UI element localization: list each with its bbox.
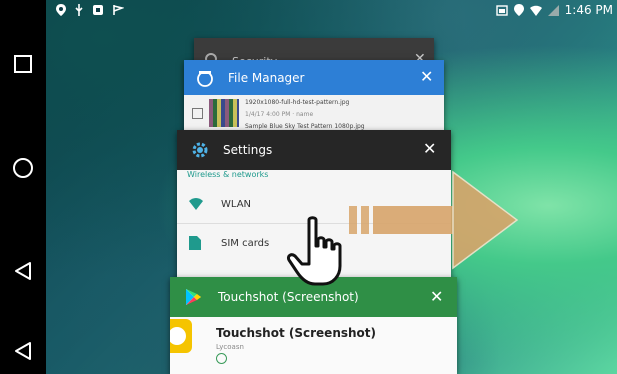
- home-button[interactable]: [8, 153, 38, 183]
- navigation-bar: [0, 0, 46, 374]
- file-list-item[interactable]: 1920x1080-full-hd-test-pattern.jpg 1/4/1…: [192, 99, 415, 130]
- card-title: File Manager: [228, 71, 305, 85]
- status-time: 1:46 PM: [564, 3, 613, 17]
- status-bar: 1:46 PM: [46, 0, 617, 22]
- recent-card-file-manager[interactable]: File Manager ✕ 1920x1080-full-hd-test-pa…: [184, 60, 444, 140]
- settings-item-label: WLAN: [221, 198, 252, 210]
- file-manager-icon: [197, 71, 213, 87]
- card-content: Touchshot (Screenshot) Lycoasn: [170, 317, 457, 374]
- app-name: Touchshot (Screenshot): [216, 326, 377, 340]
- section-header: Wireless & networks: [187, 170, 269, 179]
- notification-icon: [93, 5, 103, 15]
- file-thumbnail: [209, 99, 239, 127]
- close-icon[interactable]: ✕: [430, 289, 443, 305]
- card-header: File Manager ✕: [184, 60, 444, 95]
- wifi-icon: [189, 198, 203, 210]
- sim-card-icon: [189, 236, 201, 250]
- back-triangle-icon: [15, 342, 31, 360]
- file-name: 1920x1080-full-hd-test-pattern.jpg: [245, 99, 350, 106]
- signal-icon: [547, 4, 559, 16]
- recent-apps-button[interactable]: [8, 49, 38, 79]
- settings-gear-icon: [192, 142, 208, 158]
- card-title: Touchshot (Screenshot): [218, 290, 359, 304]
- close-icon[interactable]: ✕: [420, 69, 433, 85]
- hand-pointer-icon: [287, 216, 342, 286]
- card-title: Settings: [223, 143, 273, 157]
- card-header: Settings ✕: [177, 130, 451, 170]
- usb-icon: [75, 4, 83, 16]
- close-icon[interactable]: ✕: [423, 141, 436, 157]
- square-icon: [14, 55, 32, 73]
- app-developer: Lycoasn: [216, 343, 244, 351]
- flag-icon: [113, 5, 124, 15]
- file-meta: 1/4/17 4:00 PM · name: [245, 111, 314, 118]
- file-name: Sample Blue Sky Test Pattern 1080p.jpg: [245, 123, 365, 130]
- wifi-icon: [529, 5, 542, 16]
- location-icon: [56, 4, 66, 16]
- circle-icon: [13, 158, 33, 178]
- cast-icon: [495, 4, 508, 16]
- recent-card-touchshot[interactable]: Touchshot (Screenshot) ✕ Touchshot (Scre…: [170, 277, 457, 374]
- back-triangle-icon: [15, 262, 31, 280]
- app-logo: [170, 319, 192, 353]
- checkbox[interactable]: [192, 107, 203, 119]
- location-icon: [513, 4, 524, 16]
- back-button[interactable]: [8, 256, 38, 286]
- back-button-secondary[interactable]: [8, 336, 38, 366]
- settings-item-label: SIM cards: [221, 237, 270, 249]
- play-store-icon: [186, 289, 201, 305]
- swipe-right-arrow-icon: [349, 170, 519, 270]
- rating-badge-icon: [216, 353, 227, 364]
